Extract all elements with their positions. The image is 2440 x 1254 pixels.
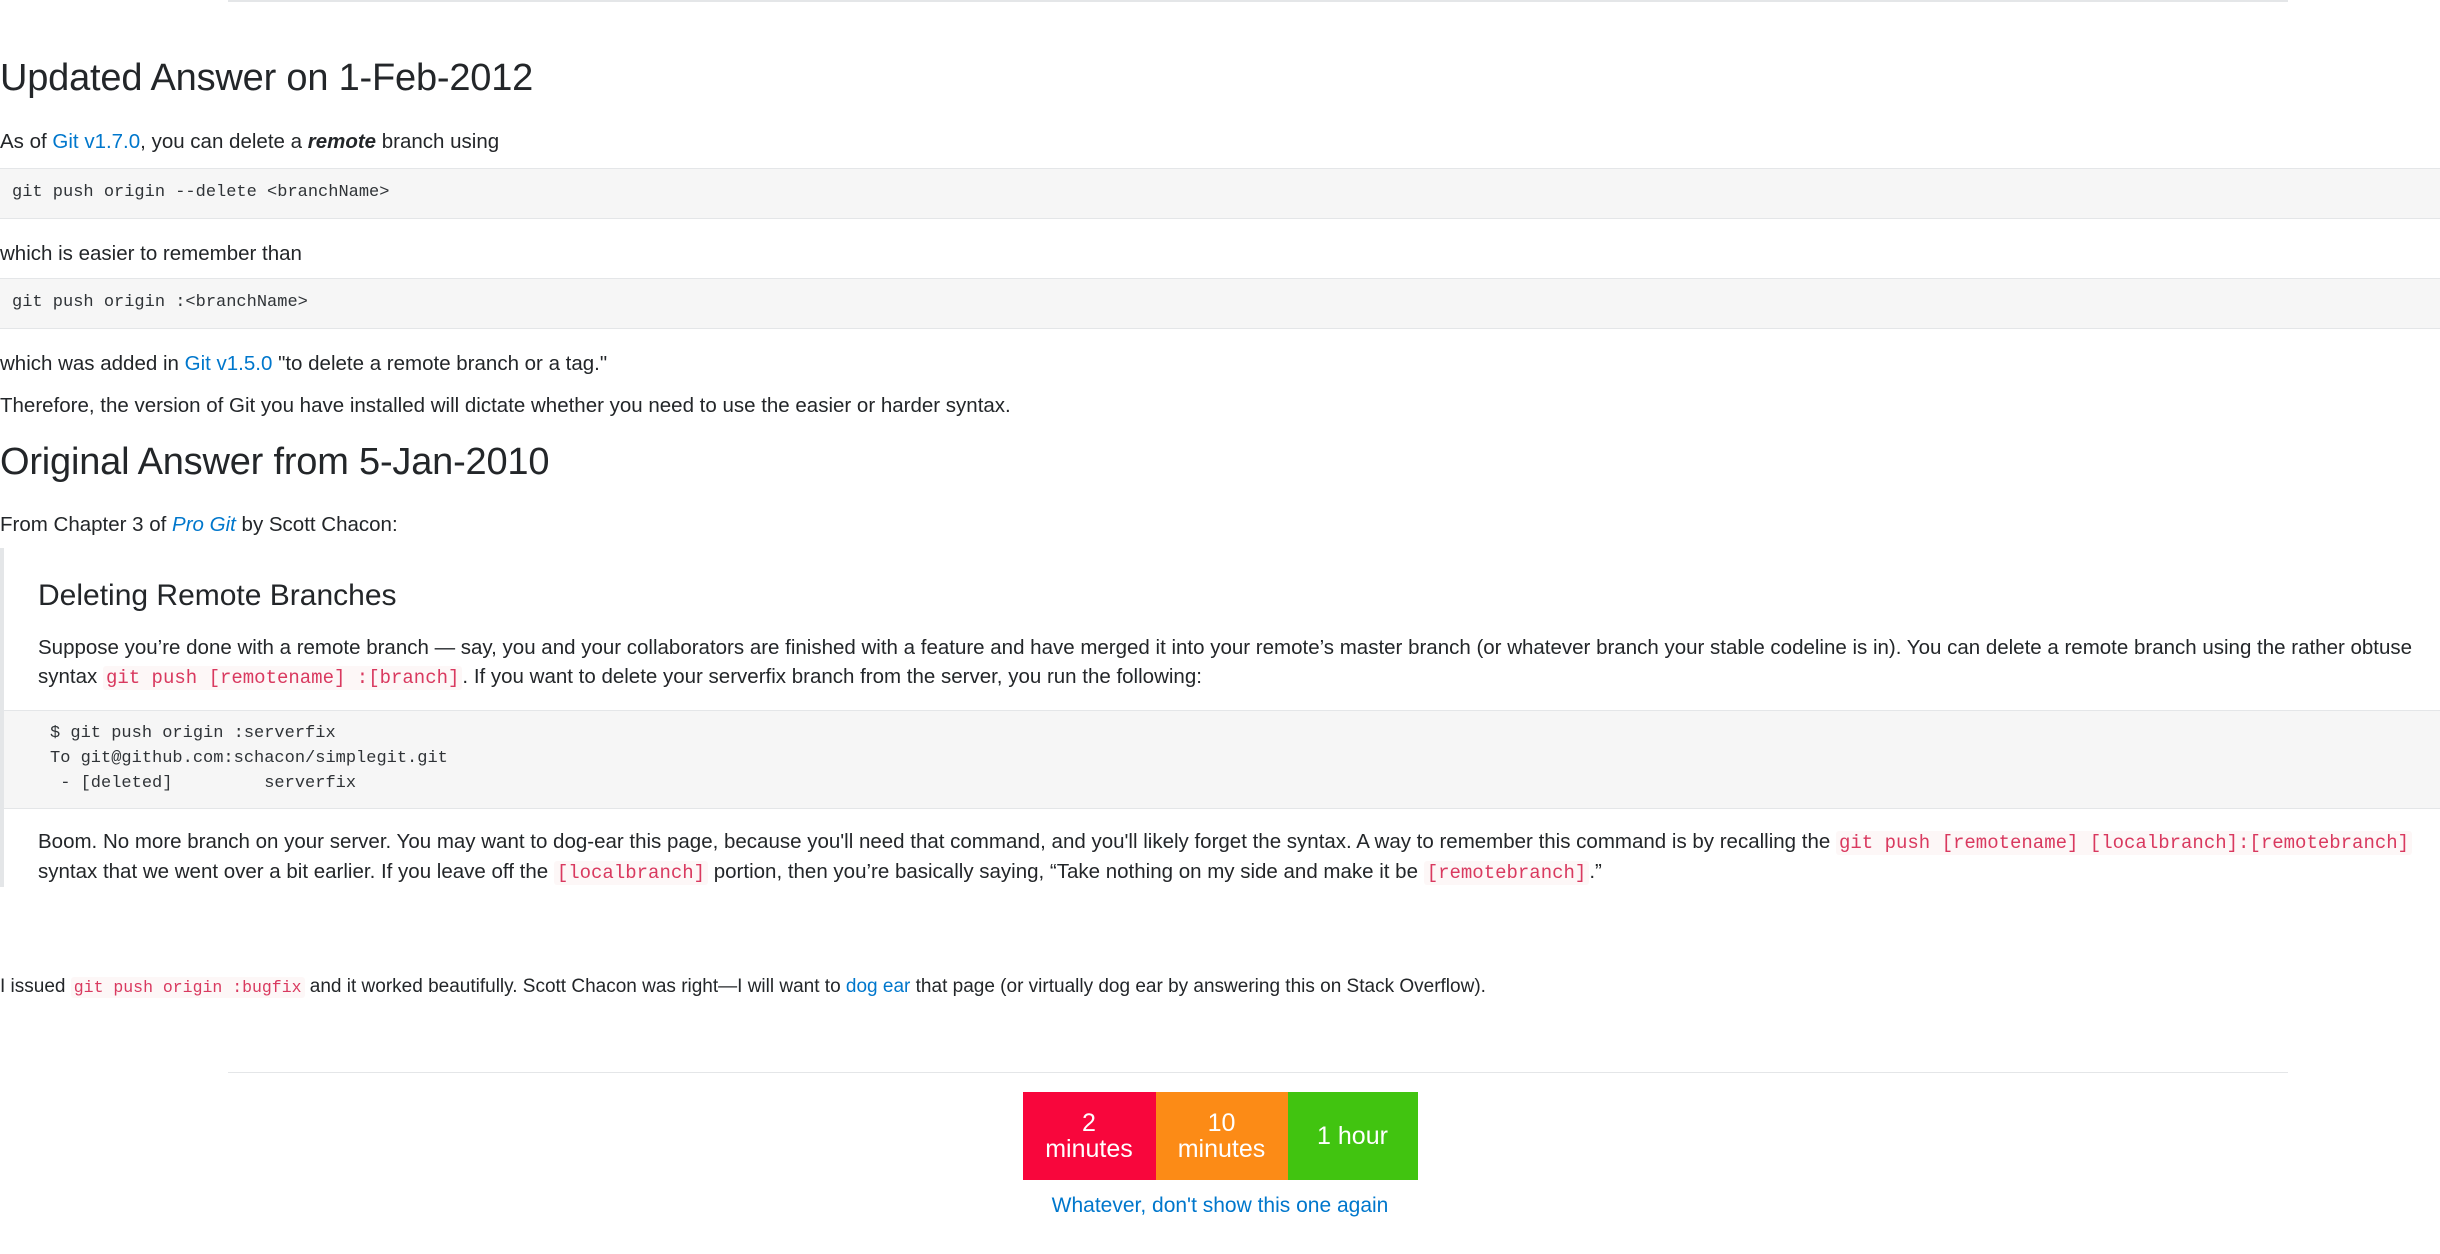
original-answer-heading: Original Answer from 5-Jan-2010 — [0, 441, 550, 483]
pro-git-blockquote: Deleting Remote Branches Suppose you’re … — [0, 548, 2440, 887]
blockquote-heading: Deleting Remote Branches — [38, 579, 397, 612]
survey-option-2-minutes-value: 2 — [1082, 1108, 1096, 1137]
closing-text-1: I issued — [0, 976, 71, 997]
from-after: by Scott Chacon: — [235, 513, 398, 536]
code-block-delete-colon: git push origin :<branchName> — [0, 278, 2440, 329]
closing-paragraph: I issued git push origin :bugfix and it … — [0, 974, 1486, 1000]
answer-page: Updated Answer on 1-Feb-2012 As of Git v… — [0, 0, 2440, 1254]
top-divider — [228, 0, 2288, 2]
from-before: From Chapter 3 of — [0, 513, 173, 536]
added-before: which was added in — [0, 352, 185, 375]
dog-ear-link[interactable]: dog ear — [846, 976, 910, 997]
updated-answer-intro: As of Git v1.7.0, you can delete a remot… — [0, 128, 499, 156]
bottom-divider — [228, 1072, 2288, 1073]
therefore-text: Therefore, the version of Git you have i… — [0, 394, 1011, 417]
git-v170-link[interactable]: Git v1.7.0 — [52, 130, 140, 153]
survey-dismiss-link[interactable]: Whatever, don't show this one again — [0, 1194, 2440, 1218]
closing-text-3: that page (or virtually dog ear by answe… — [910, 976, 1486, 997]
bq-p2-text-3: portion, then you’re basically saying, “… — [708, 860, 1424, 883]
survey-option-10-minutes[interactable]: 10 minutes — [1155, 1092, 1288, 1180]
survey-option-1-hour[interactable]: 1 hour — [1287, 1092, 1418, 1180]
survey-option-2-minutes-unit: minutes — [1045, 1135, 1133, 1163]
remote-emphasis: remote — [307, 130, 377, 153]
survey-option-10-minutes-unit: minutes — [1177, 1135, 1266, 1163]
blockquote-paragraph-2: Boom. No more branch on your server. You… — [38, 827, 2438, 887]
time-survey-widget: 2 minutes 10 minutes 1 hour Whatever, do… — [0, 1092, 2440, 1218]
inline-code-remotebranch: [remotebranch] — [1423, 861, 1590, 885]
survey-option-10-minutes-label: 10 minutes — [1178, 1110, 1266, 1163]
inline-code-git-push-bugfix: git push origin :bugfix — [70, 977, 305, 998]
inline-code-git-push-remotename-branch: git push [remotename] :[branch] — [102, 666, 463, 691]
survey-option-1-hour-value: 1 hour — [1317, 1121, 1388, 1150]
blockquote-code-block: $ git push origin :serverfix To git@gith… — [4, 710, 2440, 810]
intro-text-after: branch using — [376, 130, 500, 153]
pro-git-link[interactable]: Pro Git — [172, 513, 236, 536]
inline-code-localbranch: [localbranch] — [553, 861, 709, 885]
updated-answer-heading: Updated Answer on 1-Feb-2012 — [0, 57, 534, 99]
survey-options-bar: 2 minutes 10 minutes 1 hour — [1022, 1092, 1418, 1180]
bq-p2-text-1: Boom. No more branch on your server. You… — [38, 830, 1836, 854]
inline-code-git-push-full-syntax: git push [remotename] [localbranch]:[rem… — [1835, 831, 2413, 856]
intro-text-mid: , you can delete a — [140, 130, 308, 153]
blockquote-paragraph-1: Suppose you’re done with a remote branch… — [38, 633, 2438, 692]
bq-p1-text-2: . If you want to delete your serverfix b… — [462, 665, 1202, 689]
bq-p2-text-2: syntax that we went over a bit earlier. … — [38, 860, 554, 883]
from-chapter-text: From Chapter 3 of Pro Git by Scott Chaco… — [0, 511, 398, 539]
which-easier-text: which is easier to remember than — [0, 242, 302, 265]
closing-text-2: and it worked beautifully. Scott Chacon … — [304, 976, 846, 997]
git-v150-link[interactable]: Git v1.5.0 — [185, 352, 273, 375]
survey-option-10-minutes-value: 10 — [1207, 1108, 1236, 1137]
added-after: "to delete a remote branch or a tag." — [272, 352, 608, 375]
bq-p2-text-4: .” — [1589, 860, 1602, 883]
code-block-delete-easy: git push origin --delete <branchName> — [0, 168, 2440, 219]
intro-text-before: As of — [0, 130, 53, 153]
survey-option-2-minutes[interactable]: 2 minutes — [1022, 1092, 1156, 1180]
added-in-git150-text: which was added in Git v1.5.0 "to delete… — [0, 350, 607, 378]
survey-option-2-minutes-label: 2 minutes — [1045, 1110, 1133, 1163]
